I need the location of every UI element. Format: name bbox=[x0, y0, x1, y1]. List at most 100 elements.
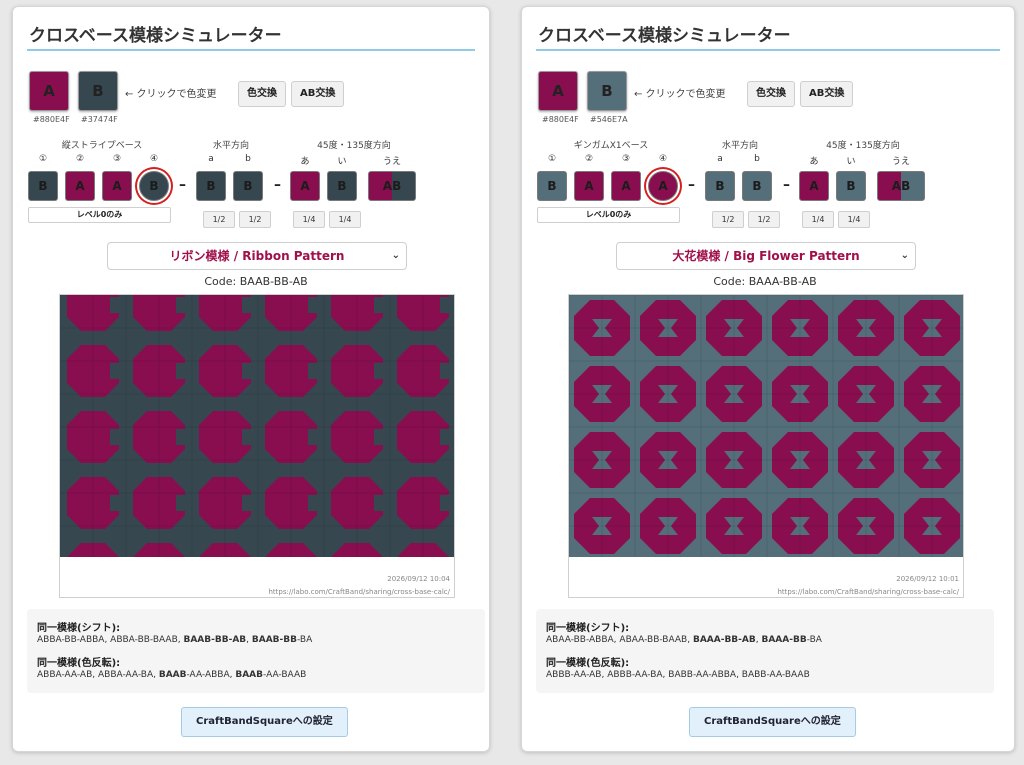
diagonal-letter-1: あ bbox=[300, 157, 310, 167]
pattern-ribbon-knot bbox=[440, 429, 454, 445]
color-a-hex: #880E4F bbox=[33, 115, 70, 124]
horizontal-group-label: 水平方向 bbox=[721, 141, 758, 151]
pattern-select-value: リボン模様 / Ribbon Pattern bbox=[169, 249, 345, 263]
title-divider bbox=[536, 49, 1000, 51]
fraction-button-2[interactable]: 1/2 bbox=[239, 211, 271, 228]
pattern-ribbon-knot bbox=[440, 363, 454, 379]
diagonal-group-label: 45度・135度方向 bbox=[317, 141, 391, 151]
diagonal-cell-2[interactable]: B bbox=[836, 171, 866, 201]
color-a-hex: #880E4F bbox=[542, 115, 579, 124]
diagonal-letter-3: うえ bbox=[891, 157, 910, 167]
shift-code-part: -BA bbox=[806, 635, 822, 645]
color-b-hex: #37474F bbox=[81, 115, 118, 124]
swap-ab-button[interactable]: AB交換 bbox=[291, 81, 345, 107]
fraction-button-3[interactable]: 1/4 bbox=[293, 211, 325, 228]
base-cell-1[interactable]: B bbox=[537, 171, 567, 201]
base-number-2: ② bbox=[584, 154, 594, 164]
pattern-code: Code: BAAB-BB-AB bbox=[204, 275, 308, 288]
same-invert-title: 同一模様(色反転): bbox=[37, 658, 121, 669]
shift-code-part: -BA bbox=[297, 635, 313, 645]
diagonal-cell-3[interactable]: AB bbox=[368, 171, 416, 201]
chevron-down-icon: ⌄ bbox=[900, 250, 909, 261]
diagonal-cell-2[interactable]: B bbox=[327, 171, 357, 201]
invert-code-part: ABBA-AA-AB, ABBA-AA-BA, bbox=[37, 670, 159, 680]
diagonal-letter-3: うえ bbox=[382, 157, 401, 167]
equivalent-patterns-box: 同一模様(シフト): ABAA-BB-ABBA, ABAA-BB-BAAB, BA… bbox=[536, 609, 994, 693]
diagonal-cell-1[interactable]: A bbox=[290, 171, 320, 201]
horizontal-letter-a: a bbox=[208, 154, 214, 164]
fraction-button-1[interactable]: 1/2 bbox=[203, 211, 235, 228]
shift-code-part: BAAB-BB bbox=[251, 635, 297, 645]
fraction-button-1[interactable]: 1/2 bbox=[712, 211, 744, 228]
base-group-label: 縦ストライプベース bbox=[61, 141, 143, 151]
preview-timestamp: 2026/09/12 10:01 bbox=[896, 575, 959, 583]
separator-dash: – bbox=[274, 177, 281, 193]
level-zero-only-label[interactable]: レベル0のみ bbox=[28, 207, 171, 223]
separator-dash: – bbox=[688, 177, 695, 193]
base-number-3: ③ bbox=[112, 154, 122, 164]
color-b-hex: #546E7A bbox=[590, 115, 628, 124]
simulator-panel-left: クロスベース模様シミュレーター A B #880E4F #37474F ← クリックで色変… bbox=[12, 6, 490, 752]
horizontal-cell-a[interactable]: B bbox=[705, 171, 735, 201]
swap-color-button[interactable]: 色交換 bbox=[747, 81, 795, 107]
color-b-swatch[interactable]: B bbox=[78, 71, 118, 111]
craftband-square-settings-button[interactable]: CraftBandSquareへの設定 bbox=[689, 707, 856, 737]
base-cell-3[interactable]: A bbox=[611, 171, 641, 201]
page-title: クロスベース模様シミュレーター bbox=[29, 26, 282, 46]
horizontal-letter-b: b bbox=[754, 154, 760, 164]
chevron-down-icon: ⌄ bbox=[391, 250, 400, 261]
base-cell-2[interactable]: A bbox=[65, 171, 95, 201]
diagonal-cell-1[interactable]: A bbox=[799, 171, 829, 201]
color-a-swatch[interactable]: A bbox=[29, 71, 69, 111]
pattern-code: Code: BAAA-BB-AB bbox=[713, 275, 817, 288]
fraction-button-3[interactable]: 1/4 bbox=[802, 211, 834, 228]
shift-code-part: ABAA-BB-ABBA, ABAA-BB-BAAB, bbox=[546, 635, 693, 645]
base-number-2: ② bbox=[75, 154, 85, 164]
pattern-select-value: 大花模様 / Big Flower Pattern bbox=[672, 249, 860, 263]
diagonal-cell-3[interactable]: AB bbox=[877, 171, 925, 201]
base-number-1: ① bbox=[547, 154, 557, 164]
shift-code-part: BAAA-BB-AB bbox=[692, 635, 756, 645]
invert-code-part: BAAB bbox=[235, 670, 264, 680]
preview-url: https://labo.com/CraftBand/sharing/cross… bbox=[777, 588, 959, 596]
base-cell-1[interactable]: B bbox=[28, 171, 58, 201]
pattern-background bbox=[60, 295, 454, 557]
equivalent-patterns-box: 同一模様(シフト): ABBA-BB-ABBA, ABBA-BB-BAAB, BA… bbox=[27, 609, 485, 693]
pattern-select[interactable]: 大花模様 / Big Flower Pattern ⌄ bbox=[616, 242, 916, 270]
same-invert-list: ABBA-AA-AB, ABBA-AA-BA, BAAB-AA-ABBA, BA… bbox=[37, 670, 306, 680]
swap-ab-button[interactable]: AB交換 bbox=[800, 81, 854, 107]
diagonal-group-label: 45度・135度方向 bbox=[826, 141, 900, 151]
shift-code-part: BAAB-BB-AB bbox=[183, 635, 247, 645]
swap-color-button[interactable]: 色交換 bbox=[238, 81, 286, 107]
base-number-1: ① bbox=[38, 154, 48, 164]
level-zero-only-label[interactable]: レベル0のみ bbox=[537, 207, 680, 223]
diagonal-letter-2: い bbox=[846, 157, 856, 167]
base-number-4: ④ bbox=[658, 154, 668, 164]
pattern-preview: 2026/09/12 10:04 https://labo.com/CraftBa… bbox=[59, 294, 455, 598]
diagonal-letter-2: い bbox=[337, 157, 347, 167]
fraction-button-4[interactable]: 1/4 bbox=[838, 211, 870, 228]
same-shift-title: 同一模様(シフト): bbox=[37, 623, 121, 634]
fraction-button-2[interactable]: 1/2 bbox=[748, 211, 780, 228]
invert-code-part: -AA-ABBA, bbox=[186, 670, 236, 680]
color-b-swatch[interactable]: B bbox=[587, 71, 627, 111]
base-cell-4[interactable]: A bbox=[648, 171, 678, 201]
horizontal-cell-b[interactable]: B bbox=[742, 171, 772, 201]
horizontal-cell-a[interactable]: B bbox=[196, 171, 226, 201]
pattern-canvas bbox=[569, 295, 963, 557]
color-change-hint: ← クリックで色変更 bbox=[634, 89, 726, 100]
craftband-square-settings-button[interactable]: CraftBandSquareへの設定 bbox=[181, 707, 348, 737]
pattern-select[interactable]: リボン模様 / Ribbon Pattern ⌄ bbox=[107, 242, 407, 270]
same-shift-list: ABAA-BB-ABBA, ABAA-BB-BAAB, BAAA-BB-AB, … bbox=[546, 635, 822, 645]
shift-code-part: ABBA-BB-ABBA, ABBA-BB-BAAB, bbox=[37, 635, 184, 645]
color-a-swatch[interactable]: A bbox=[538, 71, 578, 111]
base-cell-3[interactable]: A bbox=[102, 171, 132, 201]
base-cell-2[interactable]: A bbox=[574, 171, 604, 201]
invert-code-part: -AA-BAAB bbox=[263, 670, 307, 680]
same-shift-title: 同一模様(シフト): bbox=[546, 623, 630, 634]
diagonal-letter-1: あ bbox=[809, 157, 819, 167]
horizontal-cell-b[interactable]: B bbox=[233, 171, 263, 201]
fraction-button-4[interactable]: 1/4 bbox=[329, 211, 361, 228]
base-cell-4[interactable]: B bbox=[139, 171, 169, 201]
horizontal-group-label: 水平方向 bbox=[212, 141, 249, 151]
